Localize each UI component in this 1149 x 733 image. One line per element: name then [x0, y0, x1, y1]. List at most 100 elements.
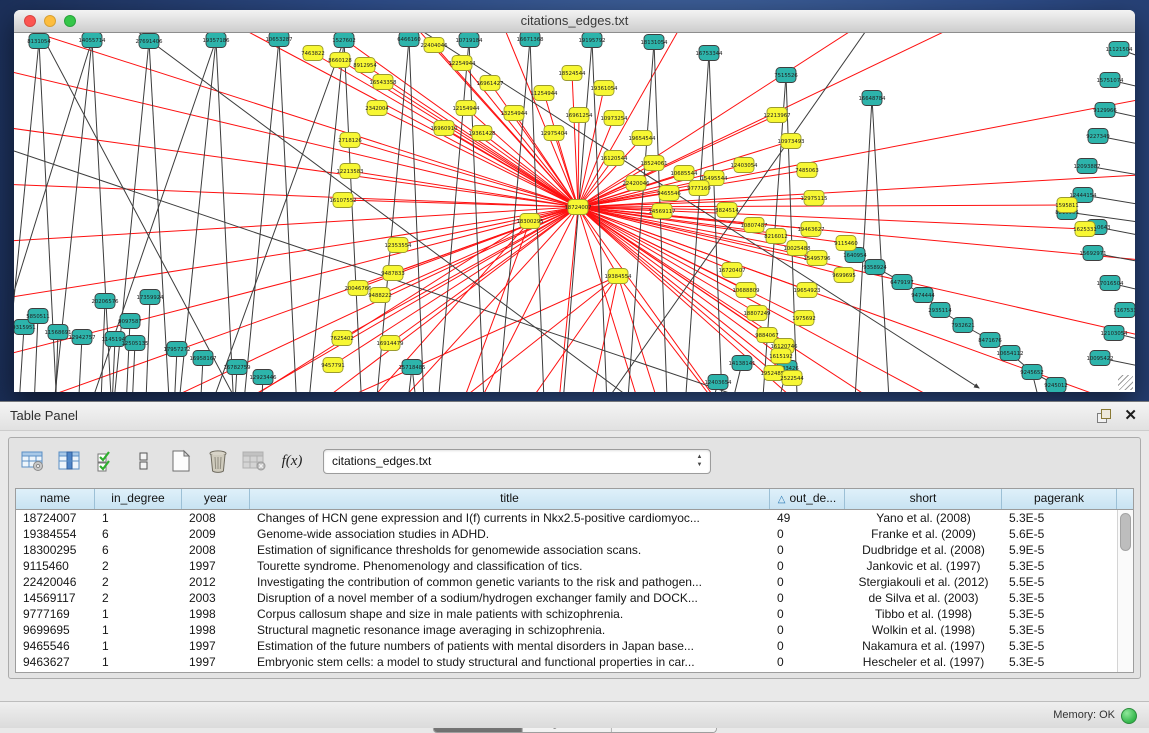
graph-node-label: 16120544	[601, 156, 629, 162]
column-header-short[interactable]: short	[845, 489, 1002, 509]
status-bar: Memory: OK	[0, 701, 1149, 728]
graph-node-label: 19195792	[579, 38, 606, 44]
graph-node-label: 9777169	[687, 186, 711, 192]
graph-node-label: 17957272	[164, 347, 191, 353]
memory-status-label: Memory: OK	[1053, 702, 1115, 728]
graph-node-label: 16107552	[330, 198, 357, 204]
graph-node-label: 19654923	[794, 288, 821, 294]
table-row[interactable]: 1872400712008Changes of HCN gene express…	[16, 510, 1117, 526]
cell-year: 2009	[182, 526, 250, 542]
graph-node-label: 27691406	[136, 39, 164, 45]
cell-pagerank: 5.3E-5	[1002, 510, 1117, 526]
delete-entries-icon[interactable]	[205, 448, 231, 474]
table-row[interactable]: 911546021997Tourette syndrome. Phenomeno…	[16, 558, 1117, 574]
scrollbar-thumb[interactable]	[1120, 513, 1131, 551]
graph-node-label: 7932621	[951, 323, 975, 329]
graph-node-label: 20206576	[92, 299, 120, 305]
table-toolbar: f(x) citations_edges.txt ▲▼	[9, 438, 1140, 484]
graph-node-label: 2935114	[928, 308, 952, 314]
graph-node-label: 6479197	[890, 280, 914, 286]
column-header-year[interactable]: year	[182, 489, 250, 509]
cell-title: Investigating the contribution of common…	[250, 574, 770, 590]
graph-node-label: 1625331	[1073, 227, 1097, 233]
cell-out_degree: 0	[770, 622, 845, 638]
table-panel-header: Table Panel ✕	[0, 402, 1149, 431]
select-all-rows-icon[interactable]	[94, 448, 120, 474]
graph-node-label: 16958167	[190, 356, 217, 362]
cell-in_degree: 2	[95, 590, 182, 606]
column-header-title[interactable]: title	[250, 489, 770, 509]
vertical-scrollbar[interactable]	[1117, 510, 1133, 672]
graph-node-label: 12254944	[449, 61, 477, 67]
cell-name: 9777169	[16, 606, 95, 622]
table-row[interactable]: 946554611997Estimation of the future num…	[16, 638, 1117, 654]
cell-in_degree: 1	[95, 510, 182, 526]
cell-short: Yano et al. (2008)	[845, 510, 1002, 526]
graph-node-label: 12154944	[453, 106, 481, 112]
choose-columns-icon[interactable]	[57, 448, 83, 474]
graph-node-label: 19384554	[605, 274, 633, 280]
network-select[interactable]: citations_edges.txt ▲▼	[323, 449, 711, 474]
graph-node-label: 9474444	[911, 293, 935, 299]
close-panel-icon[interactable]: ✕	[1124, 406, 1137, 424]
network-svg[interactable]: 8131054140557142769140619357186106532871…	[14, 33, 1135, 392]
table-row[interactable]: 977716911998Corpus callosum shape and si…	[16, 606, 1117, 622]
graph-node-label: 18524061	[641, 161, 668, 167]
table-row[interactable]: 1938455462009Genome-wide association stu…	[16, 526, 1117, 542]
graph-node-label: 18524544	[559, 71, 587, 77]
cell-short: Tibbo et al. (1998)	[845, 606, 1002, 622]
cell-title: Estimation of the future numbers of pati…	[250, 638, 770, 654]
table-body[interactable]: 1872400712008Changes of HCN gene express…	[16, 510, 1117, 672]
graph-node-label: 19361054	[591, 86, 619, 92]
table-row[interactable]: 969969511998Structural magnetic resonanc…	[16, 622, 1117, 638]
table-row[interactable]: 1830029562008Estimation of significance …	[16, 542, 1117, 558]
create-table-icon[interactable]	[168, 448, 194, 474]
graph-node-label: 8216012	[764, 234, 788, 240]
graph-node-label: 7463822	[301, 51, 325, 57]
graph-node-label: 9129966	[1093, 108, 1117, 114]
table-row[interactable]: 2242004622012Investigating the contribut…	[16, 574, 1117, 590]
graph-node-label: 12353554	[385, 243, 413, 249]
column-header-name[interactable]: name	[16, 489, 95, 509]
cell-short: Stergiakouli et al. (2012)	[845, 574, 1002, 590]
table-row[interactable]: 1456911722003Disruption of a novel membe…	[16, 590, 1117, 606]
column-header-out_degree[interactable]: △out_de...	[770, 489, 845, 509]
graph-node-label: 16782759	[224, 365, 251, 371]
cell-in_degree: 1	[95, 622, 182, 638]
graph-node-label: 13254944	[501, 111, 529, 117]
destroy-table-icon[interactable]	[242, 448, 268, 474]
window-titlebar[interactable]: citations_edges.txt	[14, 10, 1135, 33]
graph-node-label: 14569117	[649, 209, 676, 215]
graph-node-label: 12505135	[122, 341, 149, 347]
graph-node-label: 1167533	[1113, 308, 1135, 314]
graph-node-label: 1615192	[769, 354, 793, 360]
float-panel-icon[interactable]	[1097, 409, 1111, 423]
deselect-rows-icon[interactable]	[131, 448, 157, 474]
graph-node-label: 20046766	[345, 286, 373, 292]
resize-grip-icon[interactable]	[1118, 375, 1133, 390]
cell-name: 9465546	[16, 638, 95, 654]
graph-node-label: 2718126	[338, 138, 362, 144]
cell-out_degree: 0	[770, 558, 845, 574]
cell-name: 9463627	[16, 654, 95, 670]
window-title: citations_edges.txt	[14, 10, 1135, 32]
table-settings-icon[interactable]	[20, 448, 46, 474]
graph-node-label: 16753344	[696, 51, 724, 57]
cell-out_degree: 0	[770, 638, 845, 654]
cell-year: 1998	[182, 606, 250, 622]
function-builder-icon[interactable]: f(x)	[279, 448, 305, 474]
graph-node-label: 11568691	[45, 330, 72, 336]
combo-stepper-icon[interactable]: ▲▼	[695, 453, 704, 470]
cell-year: 2008	[182, 542, 250, 558]
cell-pagerank: 5.3E-5	[1002, 654, 1117, 670]
cell-out_degree: 0	[770, 574, 845, 590]
column-header-pagerank[interactable]: pagerank	[1002, 489, 1117, 509]
cell-pagerank: 5.3E-5	[1002, 606, 1117, 622]
graph-node-label: 2342004	[365, 106, 389, 112]
table-row[interactable]: 946362711997Embryonic stem cells: a mode…	[16, 654, 1117, 670]
network-canvas-area[interactable]: 8131054140557142769140619357186106532871…	[14, 33, 1135, 392]
column-header-in_degree[interactable]: in_degree	[95, 489, 182, 509]
graph-node-label: 9488222	[368, 293, 392, 299]
cell-title: Tourette syndrome. Phenomenology and cla…	[250, 558, 770, 574]
graph-node-label: 8912954	[353, 63, 377, 69]
